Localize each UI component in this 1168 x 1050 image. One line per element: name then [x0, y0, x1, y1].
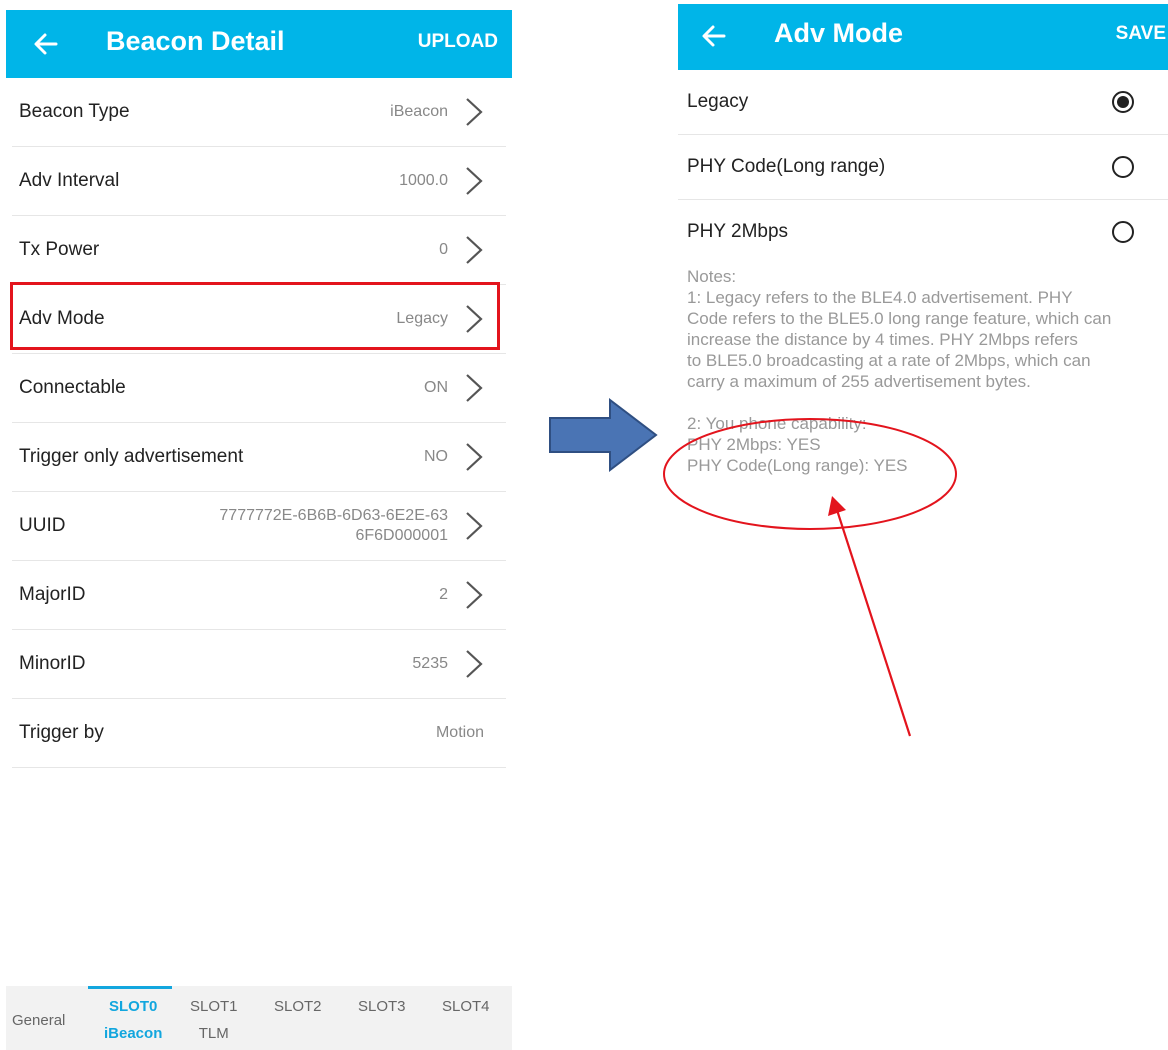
uuid-line-2: 6F6D000001: [355, 527, 448, 544]
transition-arrow-icon: [549, 398, 658, 472]
page-title: Beacon Detail: [106, 26, 285, 56]
back-arrow-icon[interactable]: [698, 20, 730, 52]
row-label: MinorID: [19, 653, 86, 674]
tab-slot1[interactable]: SLOT1 TLM: [190, 998, 238, 1042]
notes-heading: Notes:: [687, 267, 737, 286]
beacon-detail-screen: Beacon Detail UPLOAD Beacon Type iBeacon…: [6, 10, 512, 1050]
list-item-major-id[interactable]: MajorID 2: [12, 561, 506, 630]
beacon-settings-list: Beacon Type iBeacon Adv Interval 1000.0 …: [12, 78, 506, 768]
option-legacy[interactable]: Legacy: [678, 70, 1168, 135]
chevron-right-icon: [466, 443, 483, 471]
row-label: Connectable: [19, 377, 126, 398]
option-label: Legacy: [687, 91, 749, 112]
list-item-minor-id[interactable]: MinorID 5235: [12, 630, 506, 699]
radio-unchecked-icon[interactable]: [1112, 156, 1134, 178]
row-label: Beacon Type: [19, 101, 130, 122]
tab-slot4[interactable]: SLOT4: [442, 998, 490, 1015]
save-button[interactable]: SAVE: [1116, 23, 1166, 45]
chevron-right-icon: [466, 581, 483, 609]
tab-slot2[interactable]: SLOT2: [274, 998, 322, 1015]
row-value: 2: [439, 586, 448, 603]
screenshot-stage: Beacon Detail UPLOAD Beacon Type iBeacon…: [0, 0, 1168, 1050]
option-label: PHY 2Mbps: [687, 221, 789, 242]
capability-annotation: [663, 418, 957, 737]
tab-slot0-type: iBeacon: [104, 1025, 163, 1042]
notes-line-4: to BLE5.0 broadcasting at a rate of 2Mbp…: [687, 351, 1091, 370]
list-item-trigger-by[interactable]: Trigger by Motion: [12, 699, 506, 768]
row-value: ON: [424, 379, 448, 396]
chevron-right-icon: [466, 167, 483, 195]
row-label: Trigger by: [19, 722, 104, 743]
notes-line-5: carry a maximum of 255 advertisement byt…: [687, 372, 1031, 391]
adv-mode-highlight-box: [10, 282, 500, 350]
tab-general[interactable]: General: [12, 1012, 65, 1029]
chevron-right-icon: [466, 512, 483, 540]
row-label: MajorID: [19, 584, 86, 605]
row-value: 1000.0: [399, 172, 448, 189]
red-pointer-line: [835, 509, 912, 737]
list-item-beacon-type[interactable]: Beacon Type iBeacon: [12, 78, 506, 147]
upload-button[interactable]: UPLOAD: [418, 31, 498, 53]
red-circle-annotation: [663, 418, 957, 530]
red-pointer-arrowhead: [828, 496, 846, 516]
chevron-right-icon: [466, 236, 483, 264]
list-item-connectable[interactable]: Connectable ON: [12, 354, 506, 423]
adv-mode-toolbar: Adv Mode SAVE: [678, 4, 1168, 70]
option-label: PHY Code(Long range): [687, 156, 886, 177]
row-label: Trigger only advertisement: [19, 446, 244, 467]
list-item-uuid[interactable]: UUID 7777772E-6B6B-6D63-6E2E-63 6F6D0000…: [12, 492, 506, 561]
row-value: Motion: [435, 724, 484, 741]
chevron-right-icon: [466, 650, 483, 678]
row-label: Adv Interval: [19, 170, 120, 191]
row-value: iBeacon: [390, 103, 448, 120]
list-item-trigger-only-advertisement[interactable]: Trigger only advertisement NO: [12, 423, 506, 492]
row-label: Tx Power: [19, 239, 100, 260]
uuid-line-1: 7777772E-6B6B-6D63-6E2E-63: [219, 507, 448, 524]
row-value: 5235: [412, 655, 448, 672]
tab-slot0-label: SLOT0: [109, 998, 158, 1015]
page-title: Adv Mode: [774, 18, 904, 48]
option-phy-2mbps[interactable]: PHY 2Mbps: [678, 200, 1168, 264]
tab-slot1-label: SLOT1: [190, 998, 238, 1015]
row-value: NO: [424, 448, 448, 465]
chevron-right-icon: [466, 98, 483, 126]
notes-line-1: 1: Legacy refers to the BLE4.0 advertise…: [687, 288, 1073, 307]
list-item-tx-power[interactable]: Tx Power 0: [12, 216, 506, 285]
back-arrow-icon[interactable]: [30, 28, 62, 60]
option-phy-code-long-range[interactable]: PHY Code(Long range): [678, 135, 1168, 200]
adv-mode-options: Legacy PHY Code(Long range) PHY 2Mbps: [678, 70, 1168, 264]
row-value: 0: [439, 241, 448, 258]
beacon-detail-toolbar: Beacon Detail UPLOAD: [6, 10, 512, 78]
active-tab-indicator: [88, 986, 172, 989]
radio-unchecked-icon[interactable]: [1112, 221, 1134, 243]
slot-tab-bar: General SLOT0 iBeacon SLOT1 TLM SLOT2 SL…: [6, 986, 512, 1050]
chevron-right-icon: [466, 374, 483, 402]
row-value: 7777772E-6B6B-6D63-6E2E-63 6F6D000001: [219, 506, 448, 546]
row-label: UUID: [19, 515, 66, 536]
radio-checked-icon[interactable]: [1112, 91, 1134, 113]
list-item-adv-interval[interactable]: Adv Interval 1000.0: [12, 147, 506, 216]
notes-line-2: Code refers to the BLE5.0 long range fea…: [687, 309, 1112, 328]
tab-slot3[interactable]: SLOT3: [358, 998, 406, 1015]
tab-slot1-type: TLM: [198, 1025, 229, 1042]
notes-line-3: increase the distance by 4 times. PHY 2M…: [687, 330, 1078, 349]
tab-slot0[interactable]: SLOT0 iBeacon: [104, 998, 162, 1042]
